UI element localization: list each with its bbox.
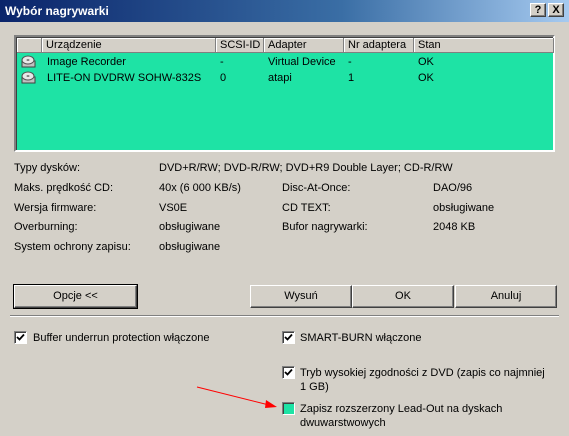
disc-drive-icon xyxy=(21,71,36,84)
cdtext-value: obsługiwane xyxy=(433,202,495,214)
ok-button[interactable]: OK xyxy=(352,285,454,308)
column-header-scsi-id[interactable]: SCSI-ID xyxy=(216,38,264,53)
column-header-adapter[interactable]: Adapter xyxy=(264,38,344,53)
dvd-compat-checkbox[interactable] xyxy=(282,366,295,379)
adapter-number: - xyxy=(348,56,352,68)
write-protect-label: System ochrony zapisu: xyxy=(14,241,131,253)
device-list[interactable]: Urządzenie SCSI-ID Adapter Nr adaptera S… xyxy=(14,35,555,152)
separator xyxy=(10,315,559,317)
window-title: Wybór nagrywarki xyxy=(5,4,109,18)
device-name: Image Recorder xyxy=(47,56,126,68)
close-button[interactable]: X xyxy=(548,3,564,17)
adapter: Virtual Device xyxy=(268,56,336,68)
cancel-button[interactable]: Anuluj xyxy=(455,285,557,308)
leadout-label[interactable]: Zapisz rozszerzony Lead-Out na dyskach d… xyxy=(300,402,552,430)
disc-types-label: Typy dysków: xyxy=(14,162,81,174)
overburn-label: Overburning: xyxy=(14,221,78,233)
column-header-icon[interactable] xyxy=(17,38,42,53)
column-header-device[interactable]: Urządzenie xyxy=(42,38,216,53)
help-button[interactable]: ? xyxy=(530,3,546,17)
smart-burn-checkbox[interactable] xyxy=(282,331,295,344)
max-speed-label: Maks. prędkość CD: xyxy=(14,182,114,194)
list-row[interactable]: LITE-ON DVDRW SOHW-832S 0 atapi 1 OK xyxy=(17,70,554,86)
scsi-id: 0 xyxy=(220,72,227,84)
device-name: LITE-ON DVDRW SOHW-832S xyxy=(47,72,202,84)
firmware-value: VS0E xyxy=(159,202,188,214)
buffer-underrun-checkbox[interactable] xyxy=(14,331,27,344)
overburn-value: obsługiwane xyxy=(159,221,221,233)
buffer-value: 2048 KB xyxy=(433,221,476,233)
adapter-number: 1 xyxy=(348,72,355,84)
leadout-checkbox[interactable] xyxy=(282,402,295,415)
title-bar[interactable]: Wybór nagrywarki xyxy=(0,0,569,22)
buffer-label: Bufor nagrywarki: xyxy=(282,221,368,233)
options-button[interactable]: Opcje << xyxy=(13,284,138,309)
dao-value: DAO/96 xyxy=(433,182,473,194)
status: OK xyxy=(418,72,434,84)
smart-burn-label[interactable]: SMART-BURN włączone xyxy=(300,331,550,345)
disc-drive-icon xyxy=(21,55,36,68)
checkmark-icon xyxy=(16,333,25,341)
cdtext-label: CD TEXT: xyxy=(282,202,331,214)
scsi-id: - xyxy=(220,56,224,68)
firmware-label: Wersja firmware: xyxy=(14,202,97,214)
checkmark-icon xyxy=(284,333,293,341)
write-protect-value: obsługiwane xyxy=(159,241,221,253)
column-header-adapter-no[interactable]: Nr adaptera xyxy=(344,38,414,53)
buffer-underrun-label[interactable]: Buffer underrun protection włączone xyxy=(33,331,263,345)
max-speed-value: 40x (6 000 KB/s) xyxy=(159,182,241,194)
list-header: Urządzenie SCSI-ID Adapter Nr adaptera S… xyxy=(17,38,554,53)
column-header-status[interactable]: Stan xyxy=(414,38,554,53)
eject-button[interactable]: Wysuń xyxy=(250,285,352,308)
disc-types-value: DVD+R/RW; DVD-R/RW; DVD+R9 Double Layer;… xyxy=(159,162,453,174)
status: OK xyxy=(418,56,434,68)
adapter: atapi xyxy=(268,72,292,84)
dvd-compat-label[interactable]: Tryb wysokiej zgodności z DVD (zapis co … xyxy=(300,366,552,394)
dao-label: Disc-At-Once: xyxy=(282,182,351,194)
checkmark-icon xyxy=(284,368,293,376)
list-row[interactable]: Image Recorder - Virtual Device - OK xyxy=(17,54,554,70)
annotation-arrow-icon xyxy=(196,386,277,408)
